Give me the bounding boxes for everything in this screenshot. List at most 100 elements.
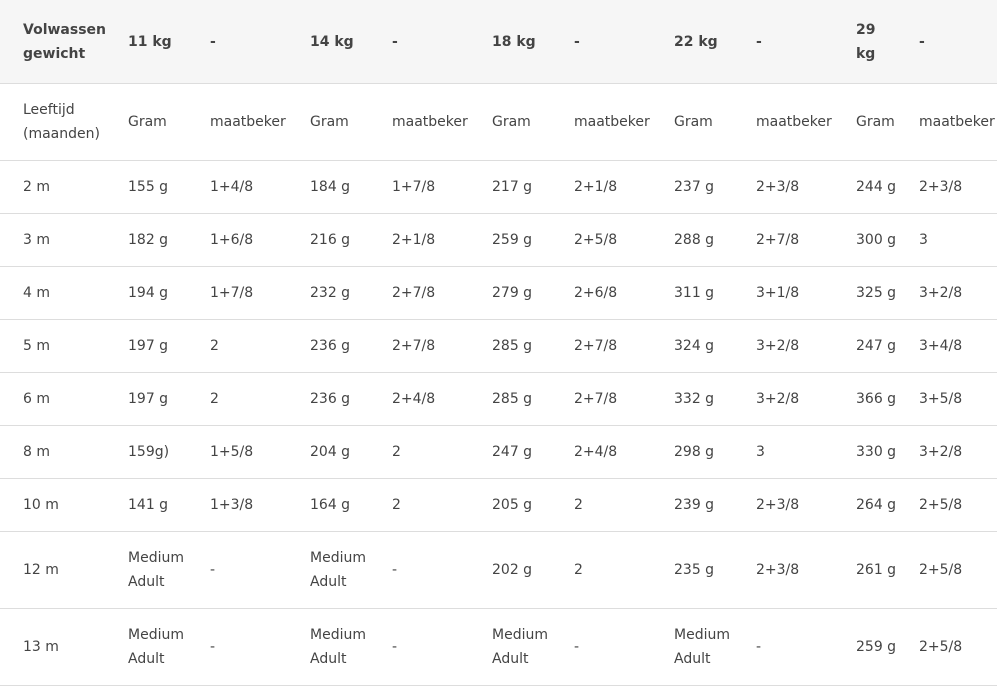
gram-cell: 202 g	[492, 531, 574, 609]
cup-cell: 3+2/8	[756, 372, 856, 426]
age-cell: 10 m	[0, 478, 128, 532]
cup-cell: 2	[392, 478, 492, 532]
gram-cell: 366 g	[856, 372, 919, 426]
age-cell: 3 m	[0, 213, 128, 267]
gram-cell: 194 g	[128, 266, 210, 320]
cup-cell: 1+4/8	[210, 160, 310, 214]
table-row: 12 m Medium Adult - Medium Adult -202 g 2 235 …	[0, 531, 997, 609]
gram-cell: 155 g	[128, 160, 210, 214]
cup-cell: 2+3/8	[756, 478, 856, 532]
feeding-table: Volwassen gewicht 11 kg - 14 kg - 18 kg …	[0, 0, 997, 686]
cup-cell: -	[210, 531, 310, 609]
gram-cell: 244 g	[856, 160, 919, 214]
subheader-gram: Gram	[674, 83, 756, 161]
cup-cell: 2+5/8	[919, 531, 997, 609]
cup-cell: 2+7/8	[392, 319, 492, 373]
gram-cell: 197 g	[128, 319, 210, 373]
header-weight: 11 kg	[128, 0, 210, 84]
subheader-gram: Gram	[310, 83, 392, 161]
cup-cell: 2+3/8	[919, 160, 997, 214]
age-cell: 5 m	[0, 319, 128, 373]
table-row: 4 m 194 g 1+7/8 232 g 2+7/8 279 g 2+6/8 311 g 3+…	[0, 266, 997, 320]
gram-cell: 332 g	[674, 372, 756, 426]
gram-cell: 300 g	[856, 213, 919, 267]
gram-cell: Medium Adult	[128, 608, 210, 686]
subheader-age-line2: (maanden)	[23, 126, 100, 142]
gram-cell: 247 g	[856, 319, 919, 373]
table-subheader-row: Leeftijd (maanden) Gram maatbeker Gram m…	[0, 83, 997, 161]
header-dash: -	[392, 0, 492, 84]
cup-cell: 1+7/8	[392, 160, 492, 214]
header-weight-line1: 29	[856, 21, 876, 38]
header-title-line2: gewicht	[23, 45, 86, 62]
cup-cell: 1+7/8	[210, 266, 310, 320]
gram-cell: Medium Adult	[674, 608, 756, 686]
cup-cell: 2+4/8	[392, 372, 492, 426]
cup-cell: 1+3/8	[210, 478, 310, 532]
cup-cell: 3+4/8	[919, 319, 997, 373]
header-dash: -	[574, 0, 674, 84]
cup-cell: 2	[574, 531, 674, 609]
cup-cell: 3	[756, 425, 856, 479]
subheader-cup: maatbeker	[392, 83, 492, 161]
gram-cell: 330 g	[856, 425, 919, 479]
gram-cell: 264 g	[856, 478, 919, 532]
cup-cell: 2	[574, 478, 674, 532]
header-dash: -	[919, 0, 997, 84]
gram-cell: 259 g	[492, 213, 574, 267]
subheader-cup: maatbeker	[574, 83, 674, 161]
gram-cell: 217 g	[492, 160, 574, 214]
table-row: 5 m 197 g 2 236 g 2+7/8 285 g 2+7/8 324 g 3+2/8 2…	[0, 319, 997, 373]
cup-cell: -	[392, 608, 492, 686]
gram-cell: 325 g	[856, 266, 919, 320]
header-weight: 22 kg	[674, 0, 756, 84]
gram-cell: 279 g	[492, 266, 574, 320]
gram-cell: 184 g	[310, 160, 392, 214]
gram-cell: 259 g	[856, 608, 919, 686]
subheader-age: Leeftijd (maanden)	[0, 83, 128, 161]
gram-cell: 236 g	[310, 319, 392, 373]
cup-cell: 1+5/8	[210, 425, 310, 479]
cup-cell: 3+2/8	[919, 425, 997, 479]
age-cell: 4 m	[0, 266, 128, 320]
subheader-gram: Gram	[492, 83, 574, 161]
table-header-row: Volwassen gewicht 11 kg - 14 kg - 18 kg …	[0, 0, 997, 84]
cup-cell: 2	[210, 372, 310, 426]
header-title-line1: Volwassen	[23, 21, 106, 38]
age-cell: 12 m	[0, 531, 128, 609]
cup-cell: 2+5/8	[919, 478, 997, 532]
gram-cell: 237 g	[674, 160, 756, 214]
header-dash: -	[210, 0, 310, 84]
cup-cell: -	[574, 608, 674, 686]
table-body: 2 m 155 g 1+4/8 184 g 1+7/8 217 g 2+1/8 237 g 2+…	[0, 160, 997, 686]
cup-cell: 1+6/8	[210, 213, 310, 267]
cup-cell: 3+2/8	[756, 319, 856, 373]
subheader-gram: Gram	[856, 83, 919, 161]
cup-cell: 3	[919, 213, 997, 267]
gram-cell: 285 g	[492, 319, 574, 373]
gram-cell: 324 g	[674, 319, 756, 373]
cup-cell: 2+3/8	[756, 531, 856, 609]
gram-cell: Medium Adult	[128, 531, 210, 609]
subheader-gram: Gram	[128, 83, 210, 161]
cup-cell: 2+1/8	[574, 160, 674, 214]
cup-cell: 2+7/8	[756, 213, 856, 267]
cup-cell: 2+6/8	[574, 266, 674, 320]
gram-cell: Medium Adult	[310, 531, 392, 609]
gram-cell: 247 g	[492, 425, 574, 479]
gram-cell: 298 g	[674, 425, 756, 479]
header-dash: -	[756, 0, 856, 84]
gram-cell: 239 g	[674, 478, 756, 532]
cup-cell: 2+7/8	[392, 266, 492, 320]
gram-cell: 232 g	[310, 266, 392, 320]
cup-cell: 2+1/8	[392, 213, 492, 267]
gram-cell: 197 g	[128, 372, 210, 426]
age-cell: 6 m	[0, 372, 128, 426]
table-row: 2 m 155 g 1+4/8 184 g 1+7/8 217 g 2+1/8 237 g 2+…	[0, 160, 997, 214]
subheader-age-line1: Leeftijd	[23, 102, 75, 118]
gram-cell: 216 g	[310, 213, 392, 267]
subheader-cup: maatbeker	[919, 83, 997, 161]
cup-cell: 2+4/8	[574, 425, 674, 479]
cup-cell: 3+2/8	[919, 266, 997, 320]
cup-cell: 2+7/8	[574, 372, 674, 426]
